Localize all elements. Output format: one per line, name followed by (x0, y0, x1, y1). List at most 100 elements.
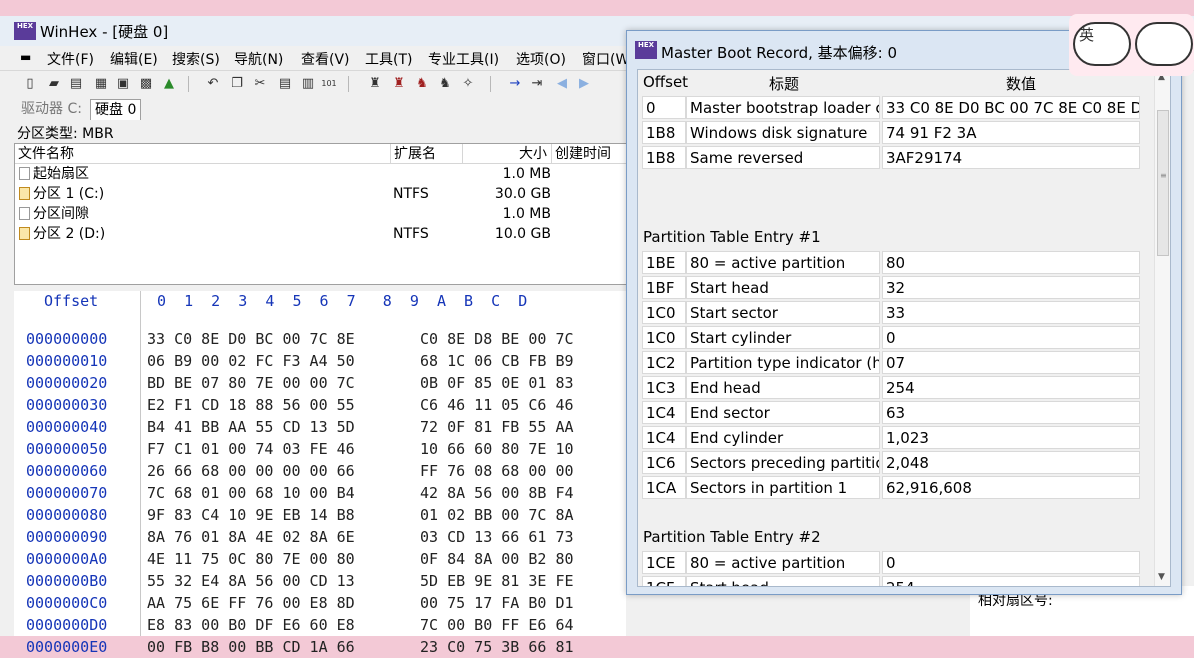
hex-bytes[interactable]: 9F 83 C4 10 9E EB 14 B8 (147, 504, 355, 526)
field-value[interactable]: 254 (882, 376, 1140, 399)
list-item[interactable]: 分区 2 (D:) NTFS 10.0 GB (15, 224, 627, 244)
field-value[interactable]: 33 (882, 301, 1140, 324)
hex-bytes[interactable]: 00 FB B8 00 BB CD 1A 66 (147, 636, 355, 658)
paste-write-icon[interactable]: ▥ (299, 75, 317, 93)
hex-bytes[interactable]: AA 75 6E FF 76 00 E8 8D (147, 592, 355, 614)
field-value[interactable]: 2,048 (882, 451, 1140, 474)
binary-icon[interactable]: 101 (320, 75, 338, 93)
hex-bytes[interactable]: 0F 84 8A 00 B2 80 (420, 548, 574, 570)
hex-bytes[interactable]: B4 41 BB AA 55 CD 13 5D (147, 416, 355, 438)
new-file-icon[interactable]: ▯ (21, 75, 39, 93)
tab-hard-disk-0[interactable]: 硬盘 0 (90, 99, 142, 120)
field-value[interactable]: 3AF29174 (882, 146, 1140, 169)
file-icon (19, 167, 30, 180)
hex-bytes[interactable]: 00 75 17 FA B0 D1 (420, 592, 574, 614)
export-icon[interactable]: ▲ (160, 75, 178, 93)
hex-offset: 0000000C0 (26, 594, 108, 612)
back-icon[interactable]: ◀ (553, 75, 571, 93)
hex-bytes[interactable]: F7 C1 01 00 74 03 FE 46 (147, 438, 355, 460)
field-value[interactable]: 74 91 F2 3A (882, 121, 1140, 144)
disk-icon[interactable]: ▬ (20, 50, 31, 64)
field-value[interactable]: 254 (882, 576, 1140, 586)
field-label: End cylinder (686, 426, 880, 449)
hex-bytes[interactable]: 01 02 BB 00 7C 8A (420, 504, 574, 526)
list-item[interactable]: 起始扇区 1.0 MB (15, 164, 627, 184)
hex-bytes[interactable]: 4E 11 75 0C 80 7E 00 80 (147, 548, 355, 570)
hex-bytes[interactable]: 55 32 E4 8A 56 00 CD 13 (147, 570, 355, 592)
save-icon[interactable]: ▤ (67, 75, 85, 93)
hex-bytes[interactable]: 68 1C 06 CB FB B9 (420, 350, 574, 372)
hex-bytes[interactable]: E2 F1 CD 18 88 56 00 55 (147, 394, 355, 416)
scroll-thumb[interactable]: ≡ (1157, 110, 1169, 256)
cut-icon[interactable]: ✂ (251, 75, 269, 93)
hex-bytes[interactable]: 8A 76 01 8A 4E 02 8A 6E (147, 526, 355, 548)
hex-bytes[interactable]: C0 8E D8 BE 00 7C (420, 328, 574, 350)
hex-bytes[interactable]: 33 C0 8E D0 BC 00 7C 8E (147, 328, 355, 350)
hex-bytes[interactable]: 03 CD 13 66 61 73 (420, 526, 574, 548)
field-value[interactable]: 0 (882, 326, 1140, 349)
menu-options[interactable]: 选项(O) (516, 49, 566, 69)
undo-icon[interactable]: ↶ (204, 75, 222, 93)
field-value[interactable]: 0 (882, 551, 1140, 574)
hex-bytes[interactable]: 0B 0F 85 0E 01 83 (420, 372, 574, 394)
field-value[interactable]: 07 (882, 351, 1140, 374)
hex-offset: 000000070 (26, 484, 108, 502)
hex-bytes[interactable]: 7C 68 01 00 68 10 00 B4 (147, 482, 355, 504)
menu-search[interactable]: 搜索(S) (172, 49, 220, 69)
hex-bytes[interactable]: FF 76 08 68 00 00 (420, 460, 574, 482)
column-header-name[interactable]: 文件名称 (15, 144, 391, 164)
list-item[interactable]: 分区 1 (C:) NTFS 30.0 GB (15, 184, 627, 204)
replace-hex-icon[interactable]: ♞ (436, 75, 454, 93)
paste-icon[interactable]: ▤ (276, 75, 294, 93)
print-icon[interactable]: ▦ (92, 75, 110, 93)
open-disk-icon[interactable]: ▩ (137, 75, 155, 93)
menu-file[interactable]: 文件(F) (47, 49, 94, 69)
winhex-logo-icon: HEX (635, 41, 657, 59)
menu-specialist-tools[interactable]: 专业工具(I) (428, 49, 499, 69)
menu-edit[interactable]: 编辑(E) (110, 49, 158, 69)
tab-drive-c[interactable]: 驱动器 C: (17, 99, 86, 119)
forward-icon[interactable]: ▶ (575, 75, 593, 93)
hex-bytes[interactable]: 5D EB 9E 81 3E FE (420, 570, 574, 592)
menu-tools[interactable]: 工具(T) (365, 49, 412, 69)
hex-bytes[interactable]: C6 46 11 05 C6 46 (420, 394, 574, 416)
open-file-icon[interactable]: ▰ (45, 75, 63, 93)
field-value[interactable]: 62,916,608 (882, 476, 1140, 499)
hex-bytes[interactable]: 23 C0 75 3B 66 81 (420, 636, 574, 658)
hex-bytes[interactable]: 7C 00 B0 FF E6 64 (420, 614, 574, 636)
field-value[interactable]: 63 (882, 401, 1140, 424)
field-label: Partition type indicator (he (686, 351, 880, 374)
column-header-size[interactable]: 大小 (463, 144, 552, 164)
menu-window[interactable]: 窗口(W (582, 49, 629, 69)
properties-icon[interactable]: ▣ (114, 75, 132, 93)
hex-bytes[interactable]: 42 8A 56 00 8B F4 (420, 482, 574, 504)
field-value[interactable]: 32 (882, 276, 1140, 299)
file-list: 文件名称 扩展名 大小 创建时间 起始扇区 1.0 MB 分区 1 (C:) N… (14, 143, 628, 285)
replace-text-icon[interactable]: ♞ (413, 75, 431, 93)
column-header-created[interactable]: 创建时间 (552, 144, 627, 164)
column-header-extension[interactable]: 扩展名 (391, 144, 463, 164)
search-hex-icon[interactable]: ✧ (459, 75, 477, 93)
hex-editor[interactable]: Offset 0 1 2 3 4 5 6 7 8 9 A B C D 00000… (14, 291, 626, 656)
hex-bytes[interactable]: E8 83 00 B0 DF E6 60 E8 (147, 614, 355, 636)
find-hex-icon[interactable]: ♜ (390, 75, 408, 93)
field-offset: 1C2 (642, 351, 686, 374)
menu-view[interactable]: 查看(V) (301, 49, 350, 69)
find-text-icon[interactable]: ♜ (366, 75, 384, 93)
file-name: 分区间隙 (33, 206, 89, 222)
scroll-down-icon[interactable]: ▼ (1158, 572, 1165, 582)
field-value[interactable]: 80 (882, 251, 1140, 274)
goto-sector-icon[interactable]: ⇥ (528, 75, 546, 93)
field-value[interactable]: 1,023 (882, 426, 1140, 449)
hex-bytes[interactable]: 06 B9 00 02 FC F3 A4 50 (147, 350, 355, 372)
hex-bytes[interactable]: 72 0F 81 FB 55 AA (420, 416, 574, 438)
hex-bytes[interactable]: 10 66 60 80 7E 10 (420, 438, 574, 460)
hex-bytes[interactable]: 26 66 68 00 00 00 00 66 (147, 460, 355, 482)
copy-icon[interactable]: ❐ (228, 75, 246, 93)
goto-offset-icon[interactable]: → (506, 75, 524, 93)
menu-navigate[interactable]: 导航(N) (234, 49, 283, 69)
list-item[interactable]: 分区间隙 1.0 MB (15, 204, 627, 224)
hex-bytes[interactable]: BD BE 07 80 7E 00 00 7C (147, 372, 355, 394)
field-value[interactable]: 33 C0 8E D0 BC 00 7C 8E C0 8E D8 BE (882, 96, 1140, 119)
vertical-scrollbar[interactable]: ▲ ≡ ▼ (1154, 70, 1170, 586)
